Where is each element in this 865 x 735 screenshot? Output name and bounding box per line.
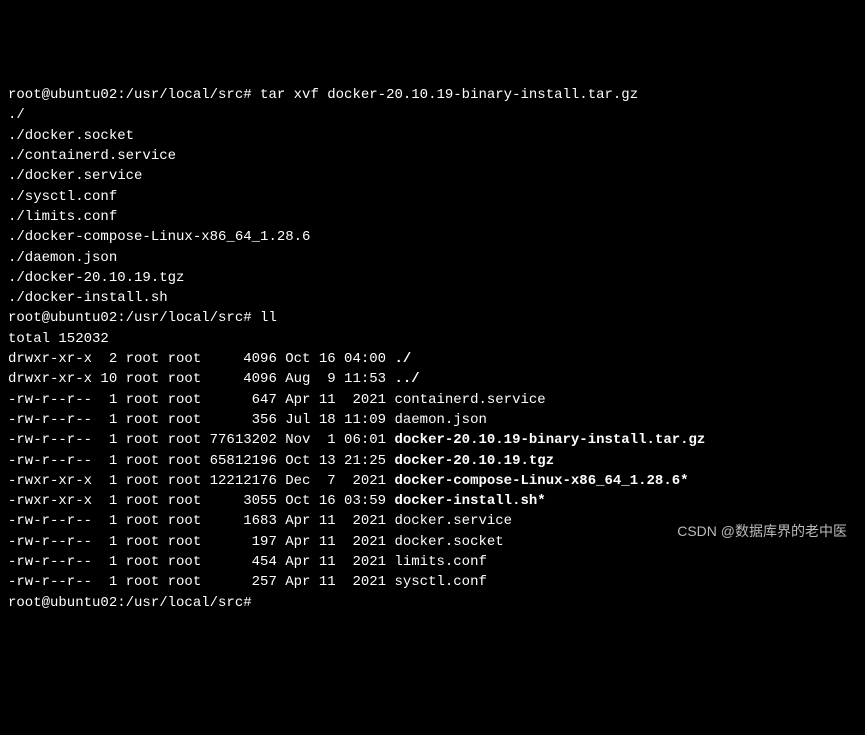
ll-row: -rw-r--r-- 1 root root 77613202 Nov 1 06… <box>8 430 857 450</box>
ll-row: drwxr-xr-x 2 root root 4096 Oct 16 04:00… <box>8 349 857 369</box>
tar-output-line: ./docker.socket <box>8 126 857 146</box>
command-line[interactable]: root@ubuntu02:/usr/local/src# tar xvf do… <box>8 85 857 105</box>
tar-output-line: ./daemon.json <box>8 248 857 268</box>
tar-output-line: ./limits.conf <box>8 207 857 227</box>
watermark-text: CSDN @数据库界的老中医 <box>677 521 847 541</box>
ll-row: -rwxr-xr-x 1 root root 3055 Oct 16 03:59… <box>8 491 857 511</box>
tar-output-line: ./docker.service <box>8 166 857 186</box>
tar-output-line: ./docker-compose-Linux-x86_64_1.28.6 <box>8 227 857 247</box>
ll-row: -rw-r--r-- 1 root root 257 Apr 11 2021 s… <box>8 572 857 592</box>
tar-output-line: ./docker-20.10.19.tgz <box>8 268 857 288</box>
tar-output-line: ./containerd.service <box>8 146 857 166</box>
ll-row: -rwxr-xr-x 1 root root 12212176 Dec 7 20… <box>8 471 857 491</box>
ll-row: -rw-r--r-- 1 root root 65812196 Oct 13 2… <box>8 451 857 471</box>
ll-row: -rw-r--r-- 1 root root 647 Apr 11 2021 c… <box>8 390 857 410</box>
tar-output-line: ./sysctl.conf <box>8 187 857 207</box>
tar-output-line: ./ <box>8 105 857 125</box>
command-line[interactable]: root@ubuntu02:/usr/local/src# ll <box>8 308 857 328</box>
tar-output-line: ./docker-install.sh <box>8 288 857 308</box>
prompt-line[interactable]: root@ubuntu02:/usr/local/src# <box>8 593 857 613</box>
ll-total: total 152032 <box>8 329 857 349</box>
ll-row: drwxr-xr-x 10 root root 4096 Aug 9 11:53… <box>8 369 857 389</box>
ll-row: -rw-r--r-- 1 root root 356 Jul 18 11:09 … <box>8 410 857 430</box>
ll-row: -rw-r--r-- 1 root root 454 Apr 11 2021 l… <box>8 552 857 572</box>
